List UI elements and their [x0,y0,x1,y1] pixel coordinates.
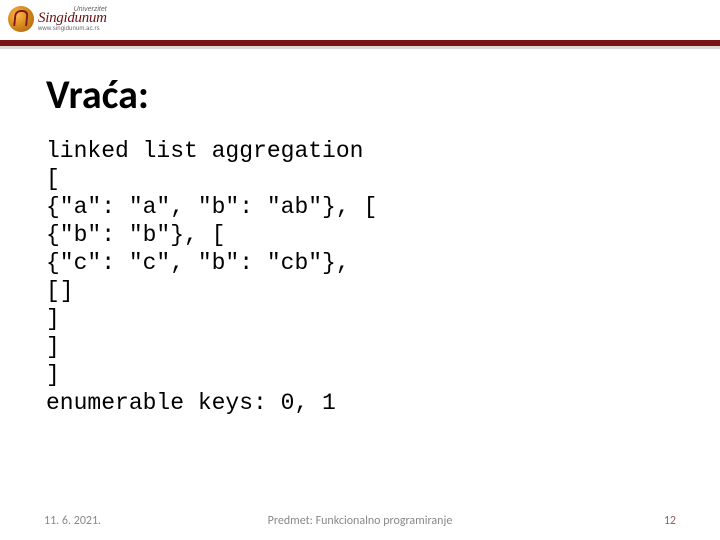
code-line: [ [46,166,60,192]
code-line: linked list aggregation [46,138,363,164]
footer-page-number: 12 [664,514,676,528]
slide-content: Vraća: linked list aggregation [ {"a": "… [0,48,720,417]
logo-text: Univerzitet Singidunum www.singidunum.ac… [38,6,107,32]
code-line: {"a": "a", "b": "ab"}, [ [46,194,377,220]
logo-url: www.singidunum.ac.rs [38,26,107,32]
footer-subject: Predmet: Funkcionalno programiranje [0,514,720,528]
code-line: ] [46,306,60,332]
slide-header: Univerzitet Singidunum www.singidunum.ac… [0,0,720,48]
code-line: ] [46,362,60,388]
slide-title: Vraća: [46,70,674,119]
code-line: enumerable keys: 0, 1 [46,390,336,416]
logo-name: Singidunum [38,11,107,26]
header-rule-light [0,46,720,49]
slide-footer: 11. 6. 2021. Predmet: Funkcionalno progr… [0,514,720,528]
code-line: {"c": "c", "b": "cb"}, [46,250,350,276]
logo: Univerzitet Singidunum www.singidunum.ac… [8,6,107,32]
code-line: [] [46,278,74,304]
code-block: linked list aggregation [ {"a": "a", "b"… [46,137,674,417]
code-line: {"b": "b"}, [ [46,222,225,248]
logo-emblem-icon [8,6,34,32]
code-line: ] [46,334,60,360]
footer-date: 11. 6. 2021. [44,514,101,528]
